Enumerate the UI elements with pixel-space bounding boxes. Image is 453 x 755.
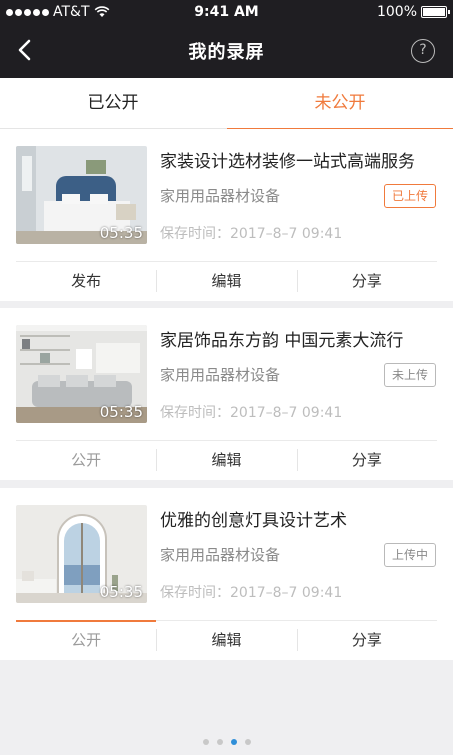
page-title: 我的录屏 bbox=[188, 42, 265, 63]
video-thumbnail[interactable]: 05:35 bbox=[16, 146, 147, 244]
upload-status-badge: 已上传 bbox=[383, 184, 436, 208]
tab-bar: 已公开 未公开 bbox=[0, 78, 453, 130]
nav-bar: 我的录屏 ? bbox=[0, 24, 453, 78]
battery-icon bbox=[421, 6, 450, 18]
page-dot bbox=[202, 739, 209, 745]
video-thumbnail[interactable]: 05:35 bbox=[16, 325, 147, 423]
page-dot-active bbox=[230, 739, 237, 745]
edit-button[interactable]: 编辑 bbox=[156, 621, 296, 660]
video-thumbnail[interactable]: 05:35 bbox=[16, 505, 147, 603]
status-bar: AT&T 9:41 AM 100% bbox=[0, 0, 453, 24]
card-category: 家用用品器材设备 bbox=[160, 546, 281, 564]
tab-unpublished-label: 未公开 bbox=[314, 93, 366, 113]
top-bar: AT&T 9:41 AM 100% 我的录屏 ? bbox=[0, 0, 453, 78]
page-indicator bbox=[0, 739, 453, 745]
share-button[interactable]: 分享 bbox=[296, 441, 437, 480]
card-actions: 发布 编辑 分享 bbox=[16, 261, 437, 301]
card-category: 家用用品器材设备 bbox=[160, 366, 281, 384]
card-title: 优雅的创意灯具设计艺术 bbox=[160, 511, 347, 531]
card-title: 家居饰品东方韵 中国元素大流行 bbox=[160, 331, 404, 351]
card-actions: 公开 编辑 分享 bbox=[16, 440, 437, 480]
battery-percent: 100% bbox=[376, 4, 417, 20]
recording-card[interactable]: 05:35 家装设计选材装修一站式高端服务 家用用品器材设备 已上传 保存时间：… bbox=[0, 129, 453, 301]
make-public-button[interactable]: 公开 bbox=[16, 441, 156, 480]
publish-button[interactable]: 发布 bbox=[16, 262, 156, 301]
help-icon[interactable]: ? bbox=[411, 39, 435, 63]
video-duration: 05:35 bbox=[99, 583, 143, 601]
upload-status-badge: 上传中 bbox=[383, 543, 436, 567]
tab-unpublished[interactable]: 未公开 bbox=[227, 78, 453, 130]
recording-card[interactable]: 05:35 家居饰品东方韵 中国元素大流行 家用用品器材设备 未上传 保存时间：… bbox=[0, 308, 453, 480]
card-title: 家装设计选材装修一站式高端服务 bbox=[160, 152, 415, 172]
edit-button[interactable]: 编辑 bbox=[156, 262, 296, 301]
card-category: 家用用品器材设备 bbox=[160, 187, 281, 205]
edit-button[interactable]: 编辑 bbox=[156, 441, 296, 480]
share-button[interactable]: 分享 bbox=[296, 262, 437, 301]
video-duration: 05:35 bbox=[99, 403, 143, 421]
card-actions: 公开 编辑 分享 bbox=[16, 620, 437, 660]
make-public-button[interactable]: 公开 bbox=[16, 620, 157, 660]
video-duration: 05:35 bbox=[99, 224, 143, 242]
make-public-label: 公开 bbox=[71, 631, 102, 649]
share-button[interactable]: 分享 bbox=[296, 621, 437, 660]
recording-card[interactable]: 05:35 优雅的创意灯具设计艺术 家用用品器材设备 上传中 保存时间：2017… bbox=[0, 488, 453, 660]
page-dot bbox=[244, 739, 251, 745]
progress-indicator bbox=[16, 620, 157, 622]
tab-public[interactable]: 已公开 bbox=[0, 78, 226, 129]
page-dot bbox=[216, 739, 223, 745]
upload-status-badge: 未上传 bbox=[383, 363, 436, 387]
save-time: 保存时间：2017–8–7 09:41 bbox=[160, 585, 343, 601]
save-time: 保存时间：2017–8–7 09:41 bbox=[160, 405, 343, 421]
save-time: 保存时间：2017–8–7 09:41 bbox=[160, 226, 343, 242]
